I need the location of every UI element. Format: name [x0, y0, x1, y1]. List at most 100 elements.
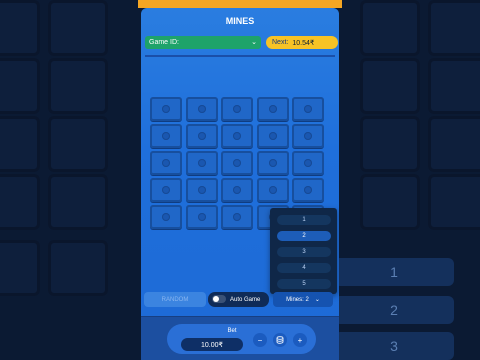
coins-glyph [276, 336, 284, 344]
game-title: MINES [225, 16, 255, 26]
bg-tile [428, 116, 480, 172]
toggle-icon[interactable] [212, 295, 226, 303]
mines-option-selected[interactable]: 2 [277, 231, 331, 241]
bet-amount-input[interactable]: 10.00₹ [181, 338, 243, 351]
mines-option[interactable]: 4 [277, 263, 331, 273]
game-controls: RANDOM Auto Game Mines: 2 ⌄ [141, 292, 339, 308]
tile-dot-icon [197, 105, 206, 113]
tile-dot-icon [304, 105, 312, 113]
bg-tile [360, 116, 420, 172]
mine-tile[interactable] [150, 151, 182, 175]
mine-tile[interactable] [185, 205, 218, 229]
tile-dot-icon [233, 159, 241, 167]
tile-dot-icon [233, 105, 241, 113]
mine-tile[interactable] [150, 205, 182, 229]
bg-number: 1 [334, 258, 454, 286]
mine-tile[interactable] [292, 178, 324, 202]
tile-dot-icon [197, 213, 206, 221]
mine-tile[interactable] [150, 178, 182, 202]
next-label: Next: [272, 39, 289, 46]
tile-dot-icon [268, 105, 277, 113]
toggle-knob [213, 296, 219, 302]
tile-dot-icon [233, 186, 241, 194]
mine-tile[interactable] [150, 124, 182, 148]
mines-option[interactable]: 5 [277, 279, 331, 289]
bg-tile [48, 116, 108, 172]
divider [145, 55, 335, 57]
mine-tile[interactable] [150, 97, 182, 121]
tile-dot-icon [304, 159, 312, 167]
bg-tile [48, 174, 108, 230]
next-multiplier-badge: Next: 10.54₹ [266, 36, 338, 49]
bg-tile [428, 58, 480, 114]
mine-tile[interactable] [256, 151, 289, 175]
tile-dot-icon [304, 186, 312, 194]
tile-dot-icon [304, 132, 312, 140]
mine-tile[interactable] [185, 178, 218, 202]
bg-number: 2 [334, 296, 454, 324]
chevron-down-icon: ⌄ [251, 39, 257, 46]
bg-tile [428, 174, 480, 230]
bg-tile [48, 240, 108, 296]
mine-tile[interactable] [256, 124, 289, 148]
mine-tile[interactable] [221, 97, 253, 121]
tile-dot-icon [268, 132, 277, 140]
next-value: 10.54₹ [292, 39, 315, 47]
mines-game-panel: MINES Game ID: ⌄ Next: 10.54₹ 1 2 3 4 5 … [141, 8, 339, 360]
mines-count-dropdown: 1 2 3 4 5 [270, 208, 337, 294]
mine-tile[interactable] [256, 178, 289, 202]
bg-tile [360, 174, 420, 230]
tile-dot-icon [162, 186, 170, 194]
tile-dot-icon [197, 186, 206, 194]
game-id-label: Game ID: [149, 39, 179, 46]
bet-panel: Bet 10.00₹ − + [141, 316, 339, 360]
tile-dot-icon [268, 186, 277, 194]
bet-increase-button[interactable]: + [293, 333, 307, 347]
tile-dot-icon [197, 159, 206, 167]
tile-dot-icon [162, 213, 170, 221]
mines-option[interactable]: 3 [277, 247, 331, 257]
mine-tile[interactable] [221, 151, 253, 175]
bg-tile [0, 58, 40, 114]
bg-tile [428, 0, 480, 56]
mine-tile[interactable] [292, 97, 324, 121]
mines-option[interactable]: 1 [277, 215, 331, 225]
top-accent-bar [138, 0, 342, 8]
bg-number: 3 [334, 332, 454, 360]
game-id-select[interactable]: Game ID: ⌄ [145, 36, 261, 49]
mine-tile[interactable] [221, 124, 253, 148]
bg-tile [0, 174, 40, 230]
tile-dot-icon [197, 132, 206, 140]
mine-tile[interactable] [185, 151, 218, 175]
coins-icon[interactable] [273, 333, 287, 347]
chevron-down-icon: ⌄ [314, 297, 320, 303]
tile-dot-icon [233, 213, 241, 221]
mines-count-select[interactable]: Mines: 2 ⌄ [273, 292, 333, 307]
auto-game-toggle[interactable]: Auto Game [208, 292, 269, 307]
mine-tile[interactable] [221, 205, 253, 229]
tile-dot-icon [162, 159, 170, 167]
bg-tile [0, 0, 40, 56]
tile-dot-icon [268, 159, 277, 167]
tile-dot-icon [162, 132, 170, 140]
bg-tile [48, 0, 108, 56]
bg-tile [360, 58, 420, 114]
bg-tile [360, 0, 420, 56]
bg-tile [0, 116, 40, 172]
mine-tile[interactable] [256, 97, 289, 121]
mine-tile[interactable] [221, 178, 253, 202]
bg-tile [0, 240, 40, 296]
auto-game-label: Auto Game [230, 296, 261, 303]
tile-dot-icon [233, 132, 241, 140]
mine-tile[interactable] [292, 151, 324, 175]
mine-tile[interactable] [292, 124, 324, 148]
mine-tile[interactable] [185, 124, 218, 148]
bet-decrease-button[interactable]: − [253, 333, 267, 347]
tile-dot-icon [162, 105, 170, 113]
random-button[interactable]: RANDOM [144, 292, 206, 307]
mines-count-label: Mines: 2 [286, 296, 309, 303]
bet-control: Bet 10.00₹ − + [167, 324, 316, 354]
mine-tile[interactable] [185, 97, 218, 121]
info-row: Game ID: ⌄ Next: 10.54₹ [145, 36, 338, 50]
bg-tile [48, 58, 108, 114]
